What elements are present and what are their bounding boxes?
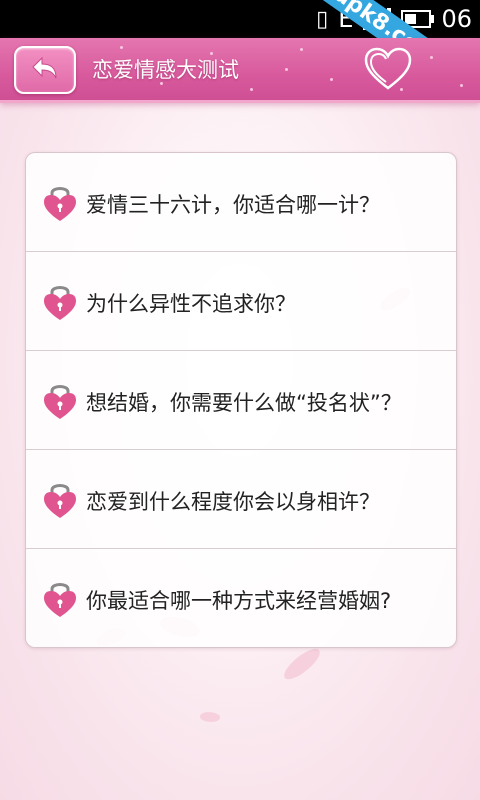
list-item[interactable]: 恋爱到什么程度你会以身相许？: [26, 450, 456, 549]
list-item[interactable]: 想结婚，你需要什么做“投名状”？: [26, 351, 456, 450]
heart-lock-icon: [44, 484, 76, 518]
hearts-icon: [364, 47, 412, 90]
list-item[interactable]: 你最适合哪一种方式来经营婚姻?: [26, 549, 456, 647]
back-button[interactable]: [14, 46, 76, 94]
heart-lock-icon: [44, 286, 76, 320]
list-item-label: 恋爱到什么程度你会以身相许？: [86, 490, 380, 514]
list-item-label: 爱情三十六计，你适合哪一计？: [86, 193, 380, 217]
status-bar: ▯ E 06 apk8.com: [0, 0, 480, 96]
list-item-label: 想结婚，你需要什么做“投名状”？: [86, 391, 402, 415]
petal-decoration: [199, 710, 221, 724]
list-item-label: 你最适合哪一种方式来经营婚姻?: [86, 589, 392, 613]
heart-lock-icon: [44, 187, 76, 221]
vibrate-icon: ▯: [316, 6, 329, 32]
list-item[interactable]: 为什么异性不追求你？: [26, 252, 456, 351]
petal-decoration: [279, 644, 325, 684]
heart-lock-icon: [44, 583, 76, 617]
app-header: 恋爱情感大测试: [0, 38, 480, 103]
list-item[interactable]: 爱情三十六计，你适合哪一计？: [26, 153, 456, 252]
page-title: 恋爱情感大测试: [92, 58, 239, 82]
clock: 06: [441, 5, 472, 33]
test-list: 爱情三十六计，你适合哪一计？ 为什么异性不追求你？ 想结婚，你需要什么做“投名状…: [25, 152, 457, 648]
list-item-label: 为什么异性不追求你？: [86, 292, 296, 316]
back-arrow-icon: [32, 56, 57, 79]
heart-lock-icon: [44, 385, 76, 419]
